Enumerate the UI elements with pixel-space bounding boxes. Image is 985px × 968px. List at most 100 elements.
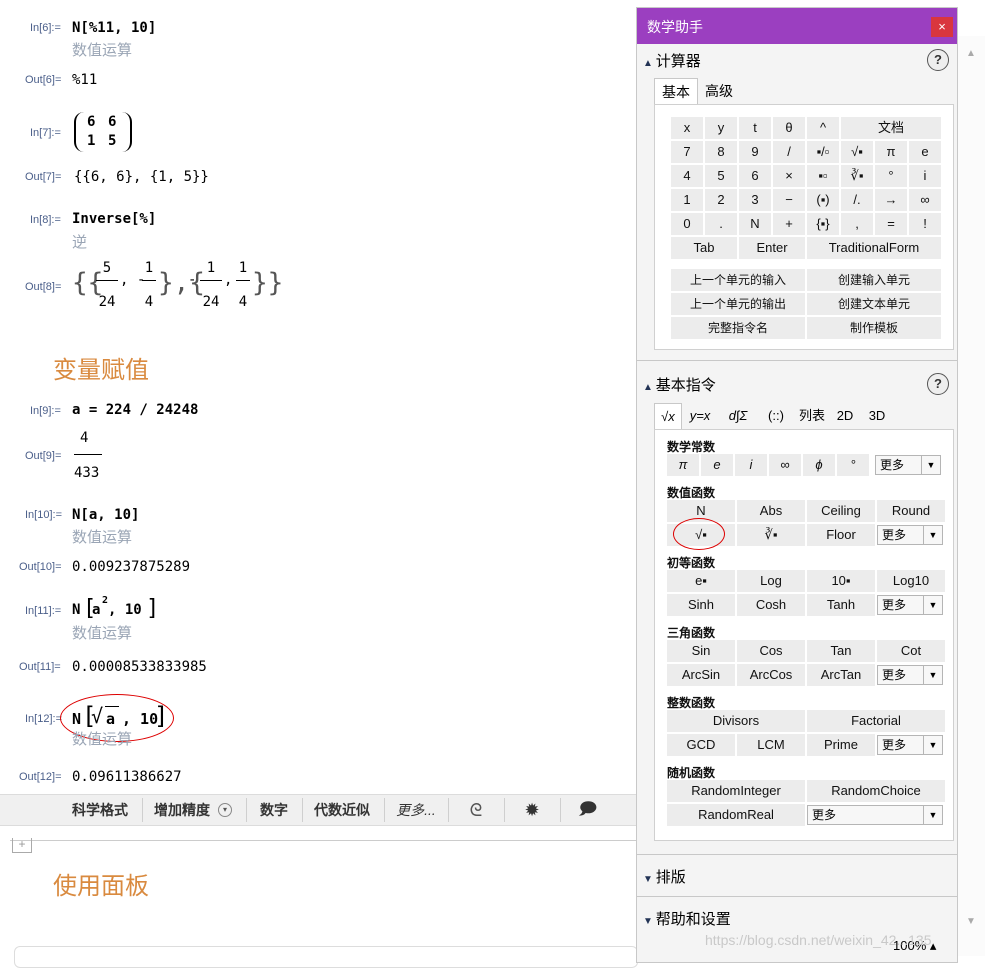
calculator-action-button[interactable]: 完整指令名 bbox=[671, 317, 805, 339]
calculator-key[interactable]: ▪/▫ bbox=[807, 141, 839, 163]
calculator-section-header[interactable]: ▲ 计算器 bbox=[643, 50, 701, 71]
command-key[interactable]: LCM bbox=[737, 734, 805, 756]
help-icon[interactable]: ? bbox=[927, 373, 949, 395]
command-key[interactable]: ArcSin bbox=[667, 664, 735, 686]
command-key[interactable]: RandomReal bbox=[667, 804, 805, 826]
calculator-key[interactable]: ! bbox=[909, 213, 941, 235]
command-key[interactable]: 10▪ bbox=[807, 570, 875, 592]
calculator-key[interactable]: − bbox=[773, 189, 805, 211]
matrix-input[interactable]: 6 6 1 5 bbox=[74, 112, 132, 152]
command-tab[interactable]: (::) bbox=[758, 403, 794, 429]
command-key[interactable]: RandomChoice bbox=[807, 780, 945, 802]
command-key[interactable]: ArcCos bbox=[737, 664, 805, 686]
more-dropdown[interactable]: 更多 ▼ bbox=[877, 595, 943, 615]
command-key[interactable]: Prime bbox=[807, 734, 875, 756]
command-key[interactable]: i bbox=[735, 454, 767, 476]
calculator-key[interactable]: √▪ bbox=[841, 141, 873, 163]
command-tab[interactable]: d∫Σ bbox=[720, 403, 756, 429]
calculator-key[interactable]: 6 bbox=[739, 165, 771, 187]
help-icon[interactable]: ? bbox=[927, 49, 949, 71]
calculator-key[interactable]: ° bbox=[875, 165, 907, 187]
command-key[interactable]: Log bbox=[737, 570, 805, 592]
tab-key[interactable]: Tab bbox=[671, 237, 737, 259]
calculator-action-button[interactable]: 创建输入单元 bbox=[807, 269, 941, 291]
calculator-key[interactable]: / bbox=[773, 141, 805, 163]
input-hint[interactable]: 逆 bbox=[72, 231, 87, 252]
calculator-action-button[interactable]: 制作模板 bbox=[807, 317, 941, 339]
palette-scrollbar[interactable]: ▲ ▼ bbox=[958, 36, 985, 956]
command-key[interactable]: ∞ bbox=[769, 454, 801, 476]
more-dropdown[interactable]: 更多 ▼ bbox=[875, 455, 941, 475]
precision-dropdown-icon[interactable]: ▾ bbox=[218, 803, 232, 817]
tab-basic[interactable]: 基本 bbox=[654, 78, 698, 105]
enter-key[interactable]: Enter bbox=[739, 237, 805, 259]
input-hint[interactable]: 数值运算 bbox=[72, 728, 132, 749]
more-dropdown[interactable]: 更多 ▼ bbox=[807, 805, 943, 825]
calculator-key[interactable]: 2 bbox=[705, 189, 737, 211]
command-key[interactable]: Cot bbox=[877, 640, 945, 662]
more-dropdown[interactable]: 更多 ▼ bbox=[877, 735, 943, 755]
calculator-key[interactable]: e bbox=[909, 141, 941, 163]
calculator-key[interactable]: y bbox=[705, 117, 737, 139]
spiral-icon[interactable]: ᘓ bbox=[458, 795, 494, 825]
calculator-key[interactable]: ∞ bbox=[909, 189, 941, 211]
input-hint[interactable]: 数值运算 bbox=[72, 526, 132, 547]
scroll-down-icon[interactable]: ▼ bbox=[966, 916, 976, 927]
calculator-key[interactable]: × bbox=[773, 165, 805, 187]
input-hint[interactable]: 数值运算 bbox=[72, 39, 132, 60]
command-key[interactable]: Sin bbox=[667, 640, 735, 662]
command-key[interactable]: Tanh bbox=[807, 594, 875, 616]
close-icon[interactable]: × bbox=[931, 17, 953, 37]
more-dropdown[interactable]: 更多 ▼ bbox=[877, 525, 943, 545]
calculator-key[interactable]: 5 bbox=[705, 165, 737, 187]
input-code[interactable]: a = 224 / 24248 bbox=[72, 402, 198, 418]
scroll-up-icon[interactable]: ▲ bbox=[966, 48, 976, 59]
command-key[interactable]: Tan bbox=[807, 640, 875, 662]
command-tab[interactable]: 3D bbox=[862, 403, 892, 429]
calculator-key[interactable]: ^ bbox=[807, 117, 839, 139]
command-key[interactable]: Round bbox=[877, 500, 945, 522]
calculator-key[interactable]: 1 bbox=[671, 189, 703, 211]
calculator-key[interactable]: /. bbox=[841, 189, 873, 211]
calculator-key[interactable]: 3 bbox=[739, 189, 771, 211]
command-key[interactable]: GCD bbox=[667, 734, 735, 756]
calculator-key[interactable]: ▪▫ bbox=[807, 165, 839, 187]
calculator-key[interactable]: N bbox=[739, 213, 771, 235]
calculator-key[interactable]: θ bbox=[773, 117, 805, 139]
more-button[interactable]: 更多... bbox=[388, 795, 444, 825]
command-key[interactable]: ArcTan bbox=[807, 664, 875, 686]
help-settings-header[interactable]: ▼ 帮助和设置 bbox=[643, 908, 731, 929]
command-key[interactable]: Abs bbox=[737, 500, 805, 522]
calculator-key[interactable]: ∛▪ bbox=[841, 165, 873, 187]
number-button[interactable]: 数字 bbox=[250, 795, 298, 825]
docs-button[interactable]: 文档 bbox=[841, 117, 941, 139]
command-key[interactable]: Divisors bbox=[667, 710, 805, 732]
command-key[interactable]: Factorial bbox=[807, 710, 945, 732]
command-key[interactable]: Ceiling bbox=[807, 500, 875, 522]
basic-commands-header[interactable]: ▲ 基本指令 bbox=[643, 374, 716, 395]
comment-icon[interactable]: 🗩 bbox=[570, 795, 606, 825]
command-key[interactable]: RandomInteger bbox=[667, 780, 805, 802]
calculator-key[interactable]: + bbox=[773, 213, 805, 235]
calculator-key[interactable]: → bbox=[875, 189, 907, 211]
calculator-key[interactable]: , bbox=[841, 213, 873, 235]
more-dropdown[interactable]: 更多 ▼ bbox=[877, 665, 943, 685]
traditional-form-key[interactable]: TraditionalForm bbox=[807, 237, 941, 259]
calculator-key[interactable]: t bbox=[739, 117, 771, 139]
command-key[interactable]: ∛▪ bbox=[737, 524, 805, 546]
command-key[interactable]: Cos bbox=[737, 640, 805, 662]
calculator-action-button[interactable]: 创建文本单元 bbox=[807, 293, 941, 315]
calculator-key[interactable]: 9 bbox=[739, 141, 771, 163]
command-key[interactable]: Cosh bbox=[737, 594, 805, 616]
input-hint[interactable]: 数值运算 bbox=[72, 622, 132, 643]
increase-precision-button[interactable]: 增加精度 bbox=[146, 795, 218, 825]
input-code[interactable]: N[%11, 10] bbox=[72, 20, 156, 36]
command-tab[interactable]: √x bbox=[654, 403, 682, 430]
tab-advanced[interactable]: 高级 bbox=[699, 78, 739, 104]
calculator-key[interactable]: π bbox=[875, 141, 907, 163]
input-code[interactable]: N[a, 10] bbox=[72, 507, 139, 523]
command-tab[interactable]: y=x bbox=[682, 403, 718, 429]
input-code[interactable]: Inverse[%] bbox=[72, 211, 156, 227]
command-key[interactable]: Log10 bbox=[877, 570, 945, 592]
command-tab[interactable]: 2D bbox=[830, 403, 860, 429]
